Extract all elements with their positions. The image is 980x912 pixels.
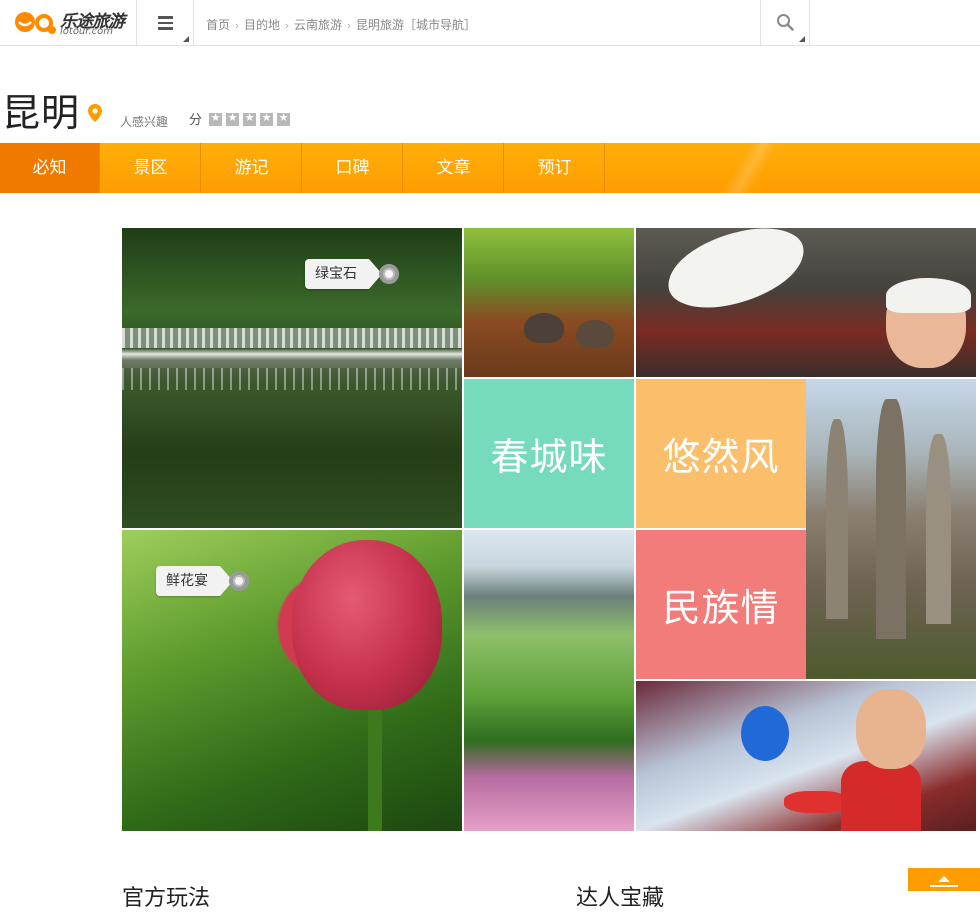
search-button[interactable] (760, 0, 810, 46)
chevron-right-icon: › (284, 19, 290, 32)
photo-detail (856, 689, 926, 769)
breadcrumb-yunnan[interactable]: 云南旅游 (294, 18, 342, 32)
photo-detail (660, 228, 812, 317)
section-title-experts: 达人宝藏 (576, 886, 665, 911)
breadcrumb-current: 昆明旅游［城市导航］ (356, 18, 477, 32)
tag-dot-icon (229, 571, 249, 591)
score-label: 分 (189, 113, 203, 128)
lake-photo[interactable] (122, 228, 462, 528)
chevron-right-icon: › (234, 19, 240, 32)
star-icon (277, 111, 290, 126)
photo-detail (524, 313, 564, 343)
photo-detail (576, 320, 614, 348)
search-icon (777, 14, 794, 31)
city-mosaic: 春城味 悠然风 民族情 绿宝石 鲜花宴 (122, 228, 976, 831)
corner-arrow-icon (183, 36, 189, 42)
logo-domain: lotour.com (60, 26, 114, 37)
photo-detail (741, 706, 789, 761)
nav-decoration (690, 143, 810, 193)
interest-count: 人感兴趣 (120, 115, 169, 129)
golf-lake-photo[interactable] (464, 530, 634, 831)
photo-detail (122, 368, 462, 390)
tag-flower-feast[interactable]: 鲜花宴 (156, 566, 233, 596)
lotour-logo-icon (15, 12, 56, 34)
photo-detail (926, 434, 951, 624)
tile-leisure[interactable]: 悠然风 (636, 379, 806, 528)
hamburger-icon (158, 16, 173, 30)
tab-travelogues[interactable]: 游记 (202, 143, 302, 193)
rating-stars (209, 111, 294, 130)
top-bar: 乐途旅游 lotour.com 首页 › 目的地 › 云南旅游 › 昆明旅游［城市导航］ (0, 0, 980, 46)
section-title-official: 官方玩法 (122, 886, 211, 911)
breadcrumb-home[interactable]: 首页 (206, 18, 230, 32)
photo-detail (886, 278, 971, 313)
menu-button[interactable] (138, 0, 194, 46)
page-title: 昆明 (2, 91, 81, 135)
tag-dot-icon (379, 264, 399, 284)
tag-emerald[interactable]: 绿宝石 (305, 259, 382, 289)
water-festival-photo[interactable] (636, 681, 976, 831)
photo-detail (122, 328, 462, 348)
breadcrumb-destinations[interactable]: 目的地 (244, 18, 280, 32)
star-icon (226, 111, 239, 126)
photo-detail (876, 399, 906, 639)
tab-booking[interactable]: 预订 (505, 143, 605, 193)
photo-detail (368, 700, 382, 831)
photo-detail (784, 791, 848, 813)
photo-detail (826, 419, 848, 619)
tab-essentials[interactable]: 必知 (0, 143, 100, 193)
star-icon (243, 111, 256, 126)
seagull-photo[interactable] (636, 228, 976, 377)
chevron-right-icon: › (346, 19, 352, 32)
tile-spring-city[interactable]: 春城味 (464, 379, 634, 528)
breadcrumb: 首页 › 目的地 › 云南旅游 › 昆明旅游［城市导航］ (206, 16, 476, 33)
city-nav: 必知 景区 游记 口碑 文章 预订 (0, 143, 980, 193)
back-to-top-line (930, 885, 958, 887)
tile-ethnic[interactable]: 民族情 (636, 530, 806, 679)
corner-arrow-icon (799, 36, 805, 42)
star-icon (260, 111, 273, 126)
map-pin-icon[interactable] (88, 104, 102, 122)
stone-forest-photo[interactable] (806, 379, 976, 679)
tab-reviews[interactable]: 口碑 (303, 143, 403, 193)
site-logo[interactable]: 乐途旅游 lotour.com (0, 0, 137, 46)
tab-attractions[interactable]: 景区 (101, 143, 201, 193)
arrow-up-icon (938, 876, 950, 882)
star-icon (209, 111, 222, 126)
tab-articles[interactable]: 文章 (404, 143, 504, 193)
photo-detail (841, 761, 921, 831)
photo-detail (292, 540, 442, 710)
tea-photo[interactable] (464, 228, 634, 377)
back-to-top-button[interactable] (908, 868, 980, 891)
